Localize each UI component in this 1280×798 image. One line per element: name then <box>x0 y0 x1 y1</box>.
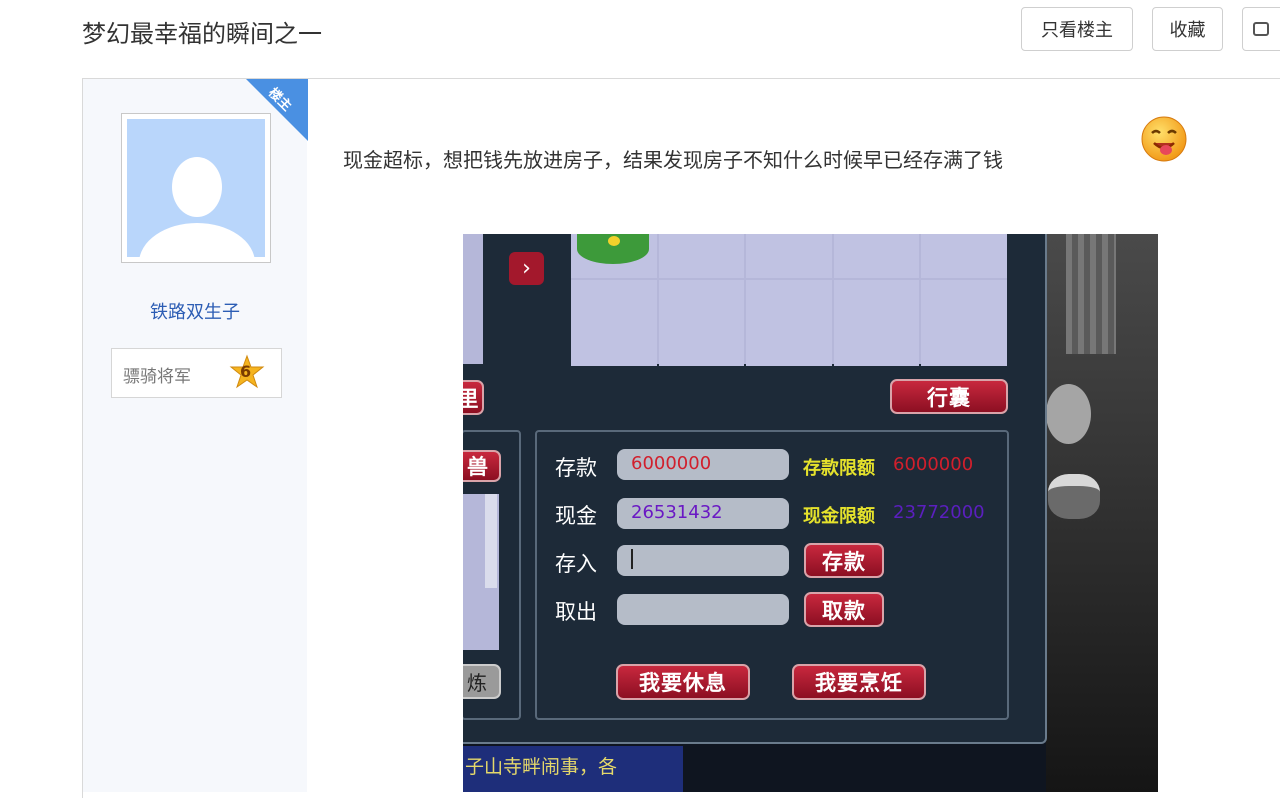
inventory-grid-left <box>463 234 483 364</box>
next-page-button[interactable]: › <box>509 252 544 285</box>
cash-label: 现金 <box>555 504 597 528</box>
li-button[interactable]: 里 <box>463 380 484 415</box>
deposit-limit-label: 存款限额 <box>803 458 875 479</box>
game-screenshot: › 行囊 里 兽 炼 存款 6000000 存款限额 6000000 现金 26… <box>463 234 1158 792</box>
warehouse-panel: › 行囊 里 兽 炼 存款 6000000 存款限额 6000000 现金 26… <box>463 234 1047 744</box>
put-label: 存入 <box>555 552 597 576</box>
tongue-emoji-icon <box>1141 116 1187 162</box>
game-scene-background <box>1046 234 1158 792</box>
username-link[interactable]: 铁路双生子 <box>83 298 307 324</box>
list-scrollbar[interactable] <box>485 494 497 588</box>
cook-button[interactable]: 我要烹饪 <box>792 664 926 700</box>
rank-title: 骠骑将军 <box>123 367 191 387</box>
rest-button[interactable]: 我要休息 <box>616 664 750 700</box>
withdraw-button[interactable]: 取款 <box>804 592 884 627</box>
deposit-value-field: 6000000 <box>617 449 789 480</box>
deposit-button[interactable]: 存款 <box>804 543 884 578</box>
pet-button[interactable]: 兽 <box>463 450 501 482</box>
reply-button[interactable] <box>1242 7 1280 51</box>
bag-button[interactable]: 行囊 <box>890 379 1008 414</box>
cash-value-field: 26531432 <box>617 498 789 529</box>
take-label: 取出 <box>555 600 597 624</box>
page-title: 梦幻最幸福的瞬间之一 <box>82 20 322 48</box>
chat-message-strip: 子山寺畔闹事，各 <box>463 746 683 792</box>
avatar[interactable] <box>121 113 271 263</box>
cash-limit-label: 现金限额 <box>803 506 875 527</box>
default-avatar-icon <box>127 119 265 257</box>
grey-button[interactable]: 炼 <box>463 664 501 699</box>
topbar: 梦幻最幸福的瞬间之一 只看楼主 收藏 <box>0 0 1280 64</box>
cash-limit-value: 23772000 <box>893 502 985 523</box>
deposit-label: 存款 <box>555 456 597 480</box>
only-op-button[interactable]: 只看楼主 <box>1021 7 1133 51</box>
take-amount-input[interactable] <box>617 594 789 625</box>
deposit-limit-value: 6000000 <box>893 454 974 475</box>
rank-level: 6 <box>240 362 252 381</box>
post-body-text: 现金超标，想把钱先放进房子，结果发现房子不知什么时候早已经存满了钱 <box>343 148 1003 172</box>
collect-button[interactable]: 收藏 <box>1152 7 1223 51</box>
comment-icon <box>1253 22 1269 36</box>
put-amount-input[interactable] <box>617 545 789 576</box>
rank-badge: 骠骑将军 6 <box>111 348 282 398</box>
